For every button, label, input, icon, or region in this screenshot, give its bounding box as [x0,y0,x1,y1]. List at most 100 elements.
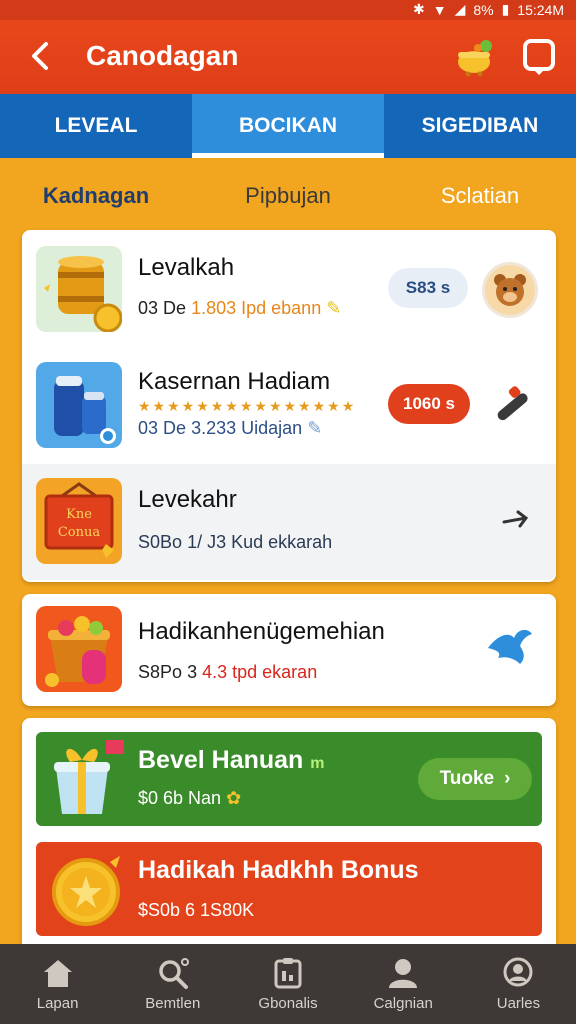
item-sub-prefix: S0Bo [138,532,183,552]
list-item[interactable]: Kne Conua Levekahr S0Bo 1/ J3 Kud ekkara… [22,464,556,580]
pencil-icon: ✎ [326,298,342,318]
battery-icon: ▮ [501,1,510,17]
chevron-right-icon: › [504,768,511,789]
promo-button-label: Tuoke [439,768,495,789]
item-sub-value: 3 [187,662,198,682]
chat-icon [523,39,555,75]
item-sub-suffix: Ipd ebann [241,298,322,318]
reward-list-card: Levalkah 03 De 1.803 Ipd ebann ✎ S83 s K… [22,230,556,582]
item-sub-value-2: 4.3 [202,662,228,682]
item-title: Hadikanhenügemehian [138,618,385,645]
item-sub-prefix: 03 De [138,418,187,438]
sign-text-2: Conua [58,525,101,540]
rating-stars: ★★★★★★★★★★★★★★★ [138,398,357,414]
sign-text-1: Kne [66,507,92,522]
item-sub-suffix: Uidajan [241,418,303,438]
item-sub-value: 1/ J3 [187,532,227,552]
jar-image [36,362,122,448]
nav-label: Uarles [496,994,541,1012]
promo-banner-green[interactable]: Bevel Hanuan m $0 6b Nan ✿ Tuoke › [36,732,542,826]
item-subtitle: S0Bo 1/ J3 Kud ekkarah [138,532,332,553]
value-badge[interactable]: 1060 s [388,384,470,424]
bucket-image [36,606,122,692]
tab-sigediban[interactable]: SIGEDIBAN [384,94,576,158]
basket-icon [458,40,492,77]
list-item[interactable]: Kasernan Hadiam ★★★★★★★★★★★★★★★ 03 De 3.… [22,348,556,464]
tab-bocikan[interactable]: BOCIKAN [192,94,384,158]
status-bar: ✱ ▼ ◢ 8% ▮ 15:24M [0,0,576,20]
bird-button[interactable] [484,624,534,668]
tab-label: LEVEAL [54,114,138,137]
go-button[interactable] [498,502,534,538]
chevron-left-icon [32,42,48,70]
arrow-right-icon [502,510,529,528]
promo-subtitle: $0 6b Nan ✿ [138,788,241,809]
nav-item-gbonalis[interactable]: Gbonalis [230,944,345,1024]
promo-title-suffix: m [310,755,325,772]
tab-leveal[interactable]: LEVEAL [0,94,192,158]
list-item[interactable]: Levalkah 03 De 1.803 Ipd ebann ✎ S83 s [22,230,556,348]
promo-action-button[interactable]: Tuoke › [418,758,532,800]
item-subtitle: 03 De 1.803 Ipd ebann ✎ [138,298,341,319]
nav-item-uarles[interactable]: Uarles [461,944,576,1024]
subtab-pipbujan[interactable]: Pipbujan [192,168,384,224]
gift-bucket-image [48,738,128,820]
clipboard-icon [274,957,302,988]
tab-label: SIGEDIBAN [421,114,539,137]
search-icon [159,957,189,989]
user-icon [389,958,418,988]
sub-tab-bar: Kadnagan Pipbujan Sclatian [0,168,576,224]
promo-sub-text: $0 6b Nan [138,788,222,808]
clock: 15:24M [517,1,564,18]
home-icon [43,959,72,987]
promo-card: Bevel Hanuan m $0 6b Nan ✿ Tuoke › Hadik… [22,718,556,958]
basket-button[interactable] [452,34,500,78]
promo-subtitle: $S0b 6 1S80K [138,900,255,920]
value-badge[interactable]: S83 s [388,268,468,308]
subtab-label: Pipbujan [245,183,331,208]
bird-icon [488,629,532,664]
back-button[interactable] [22,38,58,74]
item-sub-suffix: tpd ekaran [232,662,318,682]
tab-bar: LEVEAL BOCIKAN SIGEDIBAN [0,94,576,158]
nav-label: Gbonalis [258,994,318,1012]
battery-level: 8% [473,1,494,18]
promo-title: Bevel Hanuan m [138,746,325,775]
profile-icon [503,957,533,986]
nav-item-lapan[interactable]: Lapan [0,944,115,1024]
marker-icon [497,386,528,421]
bear-avatar[interactable] [482,262,538,318]
subtab-label: Kadnagan [42,183,150,208]
item-sub-value: 3.233 [191,418,237,438]
bonus-sign-image: Kne Conua [36,478,122,564]
subtab-kadnagan[interactable]: Kadnagan [0,168,192,224]
promo-banner-red[interactable]: Hadikah Hadkhh Bonus $S0b 6 1S80K [36,842,542,936]
tab-label: BOCIKAN [239,114,337,137]
pencil-icon: ✎ [307,418,323,438]
subtab-label: Sclatian [440,183,520,208]
sparkle-icon: ✿ [226,788,242,808]
edit-button[interactable] [488,382,536,430]
item-subtitle: 03 De 3.233 Uidajan ✎ [138,418,322,439]
nav-item-bemtlen[interactable]: Bemtlen [115,944,230,1024]
promo-title-text: Bevel Hanuan [138,746,304,774]
bear-icon [494,274,526,306]
nav-item-calgnian[interactable]: Calgnian [346,944,461,1024]
promo-title: Hadikah Hadkhh Bonus [138,856,419,884]
item-sub-prefix: S8Po [138,662,183,682]
bluetooth-icon: ✱ [412,1,425,17]
item-title: Kasernan Hadiam [138,368,331,395]
nav-label: Calgnian [373,994,433,1012]
reward-item-card[interactable]: Hadikanhenügemehian S8Po 3 4.3 tpd ekara… [22,594,556,706]
item-sub-prefix: 03 De [138,298,187,318]
item-sub-suffix: Kud ekkarah [231,532,333,552]
item-subtitle: S8Po 3 4.3 tpd ekaran [138,662,317,683]
chat-button[interactable] [520,38,558,76]
nav-label: Lapan [36,994,79,1012]
item-title: Levekahr [138,486,237,513]
app-bar: Canodagan [0,20,576,94]
item-title: Levalkah [138,254,235,281]
item-sub-value: 1.803 [191,298,237,318]
barrel-coins-image [36,246,122,332]
subtab-sclatian[interactable]: Sclatian [384,168,576,224]
